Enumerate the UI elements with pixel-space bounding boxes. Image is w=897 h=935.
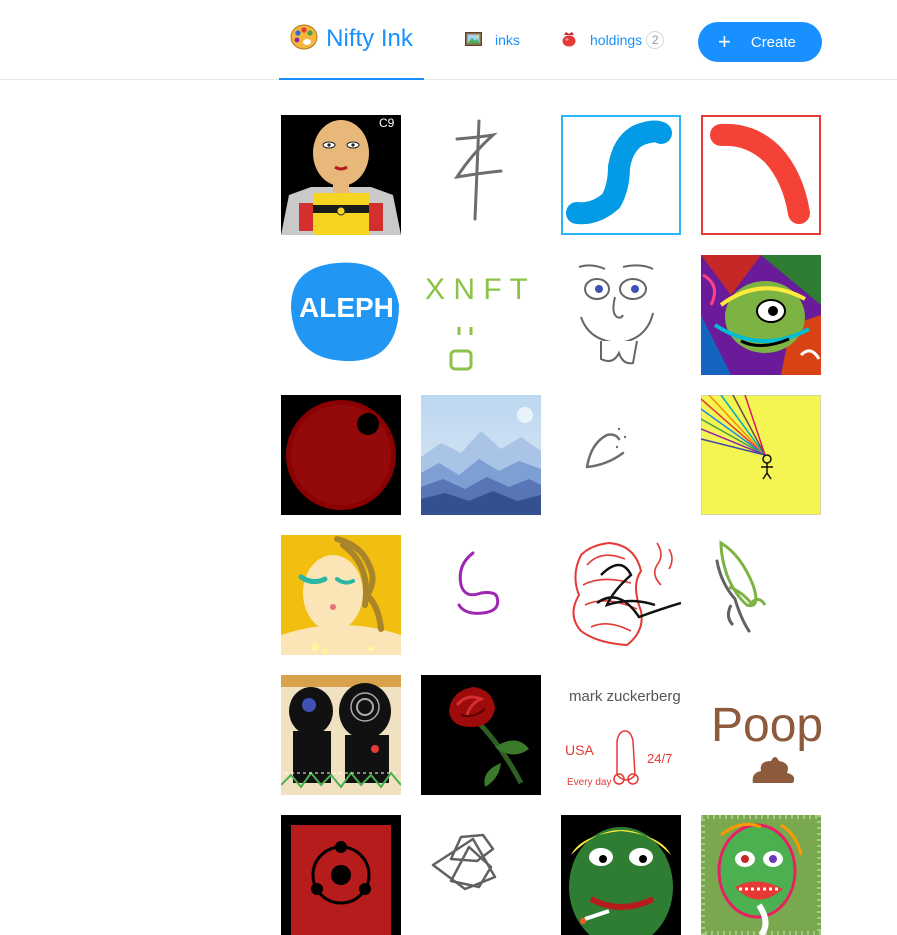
brand-home-link[interactable]: Nifty Ink (279, 0, 424, 80)
brand-title: Nifty Ink (326, 25, 413, 52)
xnft-caption: X N F T (425, 273, 528, 306)
ink-tile-blue-squiggle[interactable] (561, 115, 681, 235)
create-button-label: Create (750, 33, 796, 51)
ink-tile-red-planet[interactable] (281, 395, 401, 515)
ink-tile-red-rose[interactable] (421, 675, 541, 795)
zuckerberg-frequency: Every day (567, 777, 611, 788)
ink-tile-green-leaf[interactable] (701, 535, 821, 655)
ink-tile-xnft[interactable]: X N F T (421, 255, 541, 375)
nav-inks-label: inks (495, 32, 520, 48)
holdings-count-badge: 2 (646, 31, 665, 49)
ink-tile-colorful-face[interactable] (701, 255, 821, 375)
ink-tile-stick-figure[interactable] (701, 395, 821, 515)
bald-hero-caption: C9 (379, 116, 395, 130)
aleph-caption: ALEPH (299, 292, 394, 323)
ink-tile-sharingan[interactable] (281, 815, 401, 935)
palette-icon (290, 23, 318, 56)
red-pouch-icon (561, 31, 577, 50)
poop-caption: Poop (711, 699, 821, 752)
ink-tile-bald-hero[interactable]: C9 (281, 115, 401, 235)
ink-tile-mountains[interactable] (421, 395, 541, 515)
ink-tile-red-scribble-face[interactable] (561, 535, 681, 655)
ink-tile-zuckerberg[interactable]: mark zuckerberg USA 24/7 Every day (561, 675, 681, 795)
ink-gallery: C9 ALEPH X N F T mark zuckerberg USA 24/… (281, 115, 821, 935)
create-button[interactable]: + Create (698, 22, 822, 62)
top-navigation-bar: Nifty Ink inks holdings 2 + Create (0, 0, 897, 80)
zuckerberg-caption: mark zuckerberg (569, 688, 681, 705)
ink-tile-poop[interactable]: Poop (701, 675, 821, 795)
nav-holdings[interactable]: holdings 2 (561, 0, 665, 80)
framed-picture-icon (465, 31, 482, 49)
ink-tile-crossed-stick[interactable] (421, 115, 541, 235)
ink-tile-star-doodle[interactable] (421, 815, 541, 935)
ink-tile-dark-figures[interactable] (281, 675, 401, 795)
zuckerberg-hours: 24/7 (647, 751, 672, 766)
nav-holdings-label: holdings (590, 32, 643, 48)
ink-tile-blonde-woman[interactable] (281, 535, 401, 655)
ink-tile-zombie-face[interactable] (701, 815, 821, 935)
ink-tile-aleph[interactable]: ALEPH (281, 255, 401, 375)
ink-tile-goofy-face[interactable] (561, 255, 681, 375)
zuckerberg-country: USA (565, 742, 594, 758)
nav-inks[interactable]: inks (465, 0, 520, 80)
ink-tile-red-arc[interactable] (701, 115, 821, 235)
ink-tile-purple-swirl[interactable] (421, 535, 541, 655)
ink-tile-small-sketch[interactable] (561, 395, 681, 515)
plus-icon: + (718, 29, 731, 54)
ink-tile-pepe[interactable] (561, 815, 681, 935)
